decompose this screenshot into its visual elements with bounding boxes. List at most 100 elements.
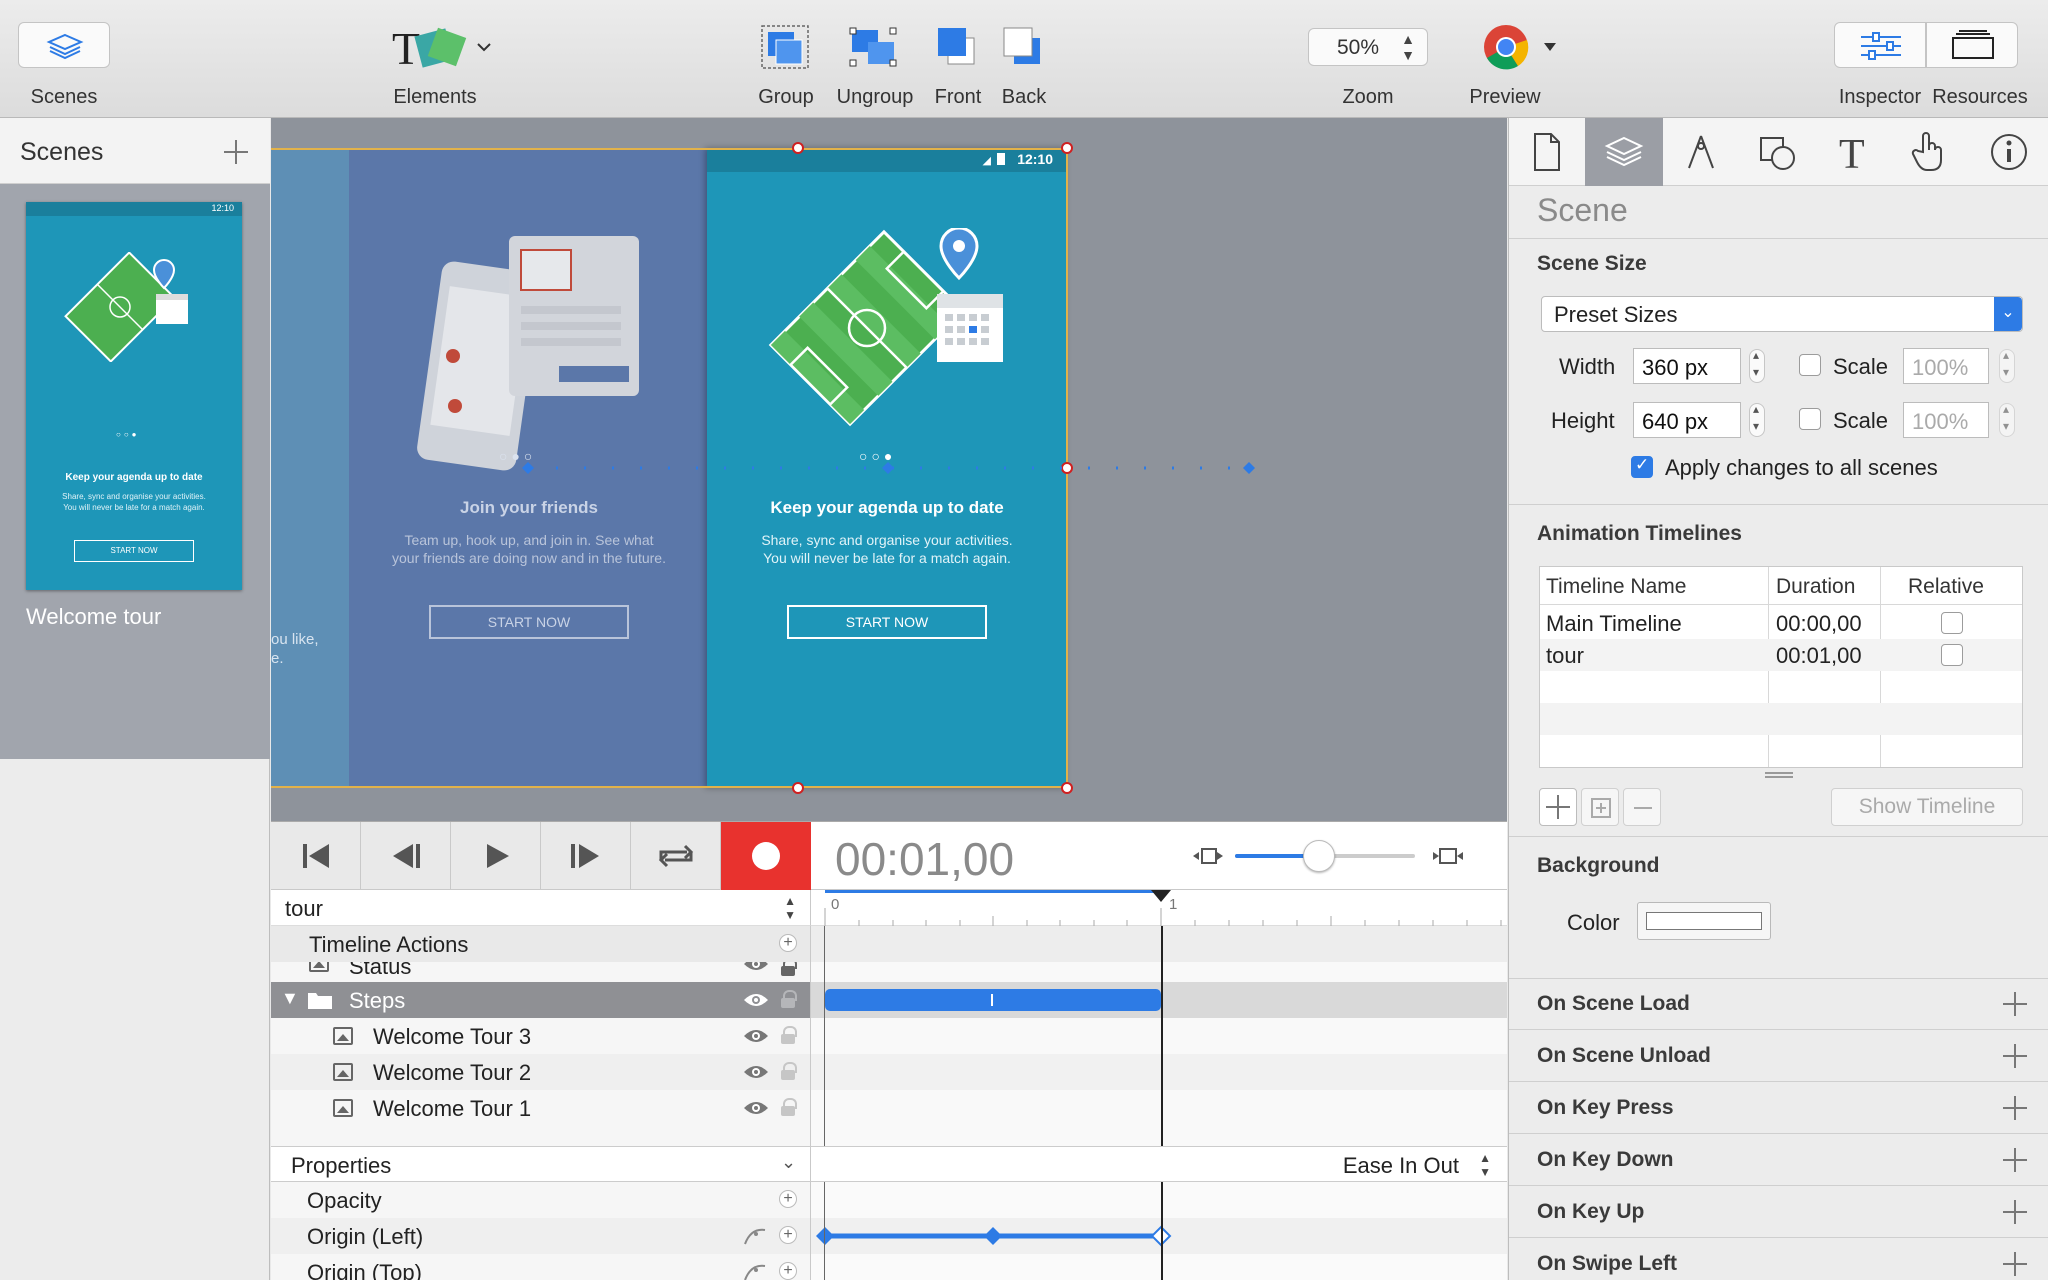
relative-checkbox[interactable]	[1941, 644, 1963, 666]
width-input[interactable]: 360 px	[1633, 348, 1741, 384]
scenes-toggle-button[interactable]	[18, 22, 110, 68]
properties-header[interactable]: Properties ⌄	[271, 1146, 811, 1182]
shapes-icon[interactable]	[1757, 132, 1797, 172]
property-row-opacity[interactable]: Opacity +	[271, 1182, 810, 1218]
eye-icon[interactable]	[743, 962, 769, 972]
eye-icon[interactable]	[743, 1064, 769, 1080]
add-event-icon[interactable]	[2003, 992, 2027, 1016]
inspector-toggle-button[interactable]	[1834, 22, 1926, 68]
lock-icon[interactable]	[781, 1062, 797, 1080]
resize-handle-top[interactable]	[792, 142, 804, 154]
ungroup-button[interactable]	[846, 22, 902, 72]
slider-knob[interactable]	[1303, 840, 1335, 872]
easing-header[interactable]: Ease In Out ▲ ▼	[811, 1146, 1507, 1182]
scene-canvas[interactable]: ou like, e. ○●○ Join your friends Team u…	[271, 118, 1507, 821]
zoom-in-icon[interactable]	[1431, 846, 1465, 866]
text-icon[interactable]: T	[1835, 130, 1871, 174]
eye-icon[interactable]	[743, 992, 769, 1008]
relative-checkbox[interactable]	[1941, 612, 1963, 634]
step-back-button[interactable]	[361, 822, 451, 890]
playhead-marker[interactable]	[1151, 890, 1171, 904]
preset-sizes-select[interactable]: Preset Sizes ⌄	[1541, 296, 2023, 332]
timeline-selector[interactable]: tour ▲ ▼	[271, 890, 811, 926]
lock-icon[interactable]	[781, 990, 797, 1008]
add-event-icon[interactable]	[2003, 1148, 2027, 1172]
resize-handle-bottom[interactable]	[792, 782, 804, 794]
height-stepper[interactable]	[1749, 402, 1765, 437]
add-scene-button[interactable]	[224, 140, 248, 164]
remove-timeline-button[interactable]	[1623, 788, 1661, 826]
layer-row-welcome-tour-2[interactable]: Welcome Tour 2	[271, 1054, 810, 1090]
apply-all-checkbox[interactable]: ✓	[1631, 455, 1653, 478]
document-icon[interactable]	[1529, 132, 1565, 172]
layer-tracks[interactable]	[811, 926, 1507, 1146]
table-row[interactable]: Main Timeline 00:00,00	[1540, 607, 2022, 639]
property-tracks[interactable]	[811, 1182, 1507, 1280]
lock-icon[interactable]	[781, 962, 797, 976]
step-forward-button[interactable]	[541, 822, 631, 890]
property-row-origin-left[interactable]: Origin (Left) +	[271, 1218, 810, 1254]
layer-row-steps[interactable]: ▼ Steps	[271, 982, 810, 1018]
layer-row-welcome-tour-3[interactable]: Welcome Tour 3	[271, 1018, 810, 1054]
record-button[interactable]	[721, 822, 811, 890]
height-scale-stepper[interactable]	[1999, 402, 2015, 437]
event-row-key-down[interactable]: On Key Down	[1509, 1134, 2048, 1186]
send-back-button[interactable]	[996, 22, 1052, 72]
height-input[interactable]: 640 px	[1633, 402, 1741, 438]
motion-path[interactable]	[271, 458, 1271, 478]
info-icon[interactable]	[1989, 132, 2029, 172]
bring-front-button[interactable]	[930, 22, 986, 72]
event-row-scene-load[interactable]: On Scene Load	[1509, 978, 2048, 1030]
event-row-scene-unload[interactable]: On Scene Unload	[1509, 1030, 2048, 1082]
disclosure-triangle-icon[interactable]: ▼	[281, 988, 299, 1009]
pen-tool-icon[interactable]	[1683, 132, 1719, 172]
width-scale-checkbox[interactable]	[1799, 354, 1821, 376]
width-stepper[interactable]	[1749, 348, 1765, 383]
add-keyframe-icon[interactable]: +	[779, 1262, 797, 1280]
add-event-icon[interactable]	[2003, 1200, 2027, 1224]
time-ruler[interactable]: 0 1	[811, 890, 1507, 926]
event-row-key-press[interactable]: On Key Press	[1509, 1082, 2048, 1134]
table-row[interactable]: tour 00:01,00	[1540, 639, 2022, 671]
scene-item[interactable]: 12:10 ○○● Keep your agenda up to date Sh…	[0, 184, 270, 759]
bezier-path-icon[interactable]	[743, 1226, 769, 1246]
play-button[interactable]	[451, 822, 541, 890]
add-event-icon[interactable]	[2003, 1096, 2027, 1120]
lock-icon[interactable]	[781, 1098, 797, 1116]
add-keyframe-icon[interactable]: +	[779, 1226, 797, 1244]
loop-button[interactable]	[631, 822, 721, 890]
lock-icon[interactable]	[781, 1026, 797, 1044]
steps-animation-bar[interactable]	[825, 989, 1161, 1011]
add-event-icon[interactable]	[2003, 1044, 2027, 1068]
background-color-well[interactable]	[1637, 902, 1771, 940]
property-row-origin-top[interactable]: Origin (Top) +	[271, 1254, 810, 1280]
timeline-zoom-slider[interactable]	[1235, 840, 1415, 872]
keyframe-track-origin-left[interactable]	[811, 1218, 1507, 1254]
timeline-actions-row[interactable]: Timeline Actions +	[271, 926, 810, 962]
width-scale-input[interactable]: 100%	[1903, 348, 1989, 384]
chevron-down-icon[interactable]: ⌄	[781, 1152, 796, 1173]
height-scale-input[interactable]: 100%	[1903, 402, 1989, 438]
add-event-icon[interactable]	[2003, 1252, 2027, 1276]
preview-button[interactable]	[1480, 22, 1560, 72]
height-scale-checkbox[interactable]	[1799, 408, 1821, 430]
go-to-start-button[interactable]	[271, 822, 361, 890]
width-scale-stepper[interactable]	[1999, 348, 2015, 383]
layer-row-status[interactable]: Status	[271, 962, 810, 982]
eye-icon[interactable]	[743, 1028, 769, 1044]
layer-row-welcome-tour-1[interactable]: Welcome Tour 1	[271, 1090, 810, 1126]
add-keyframe-icon[interactable]: +	[779, 1190, 797, 1208]
show-timeline-button[interactable]: Show Timeline	[1831, 788, 2023, 826]
duplicate-timeline-button[interactable]	[1581, 788, 1619, 826]
bezier-path-icon[interactable]	[743, 1262, 769, 1280]
tab-scene-layers[interactable]	[1585, 118, 1663, 186]
table-resize-grip[interactable]	[1765, 772, 1793, 778]
eye-icon[interactable]	[743, 1100, 769, 1116]
elements-button[interactable]: T	[388, 22, 498, 72]
resize-handle-top-right[interactable]	[1061, 142, 1073, 154]
resize-handle-bottom-right[interactable]	[1061, 782, 1073, 794]
add-timeline-button[interactable]	[1539, 788, 1577, 826]
event-row-key-up[interactable]: On Key Up	[1509, 1186, 2048, 1238]
hand-pointer-icon[interactable]	[1909, 130, 1949, 174]
zoom-out-icon[interactable]	[1191, 846, 1225, 866]
